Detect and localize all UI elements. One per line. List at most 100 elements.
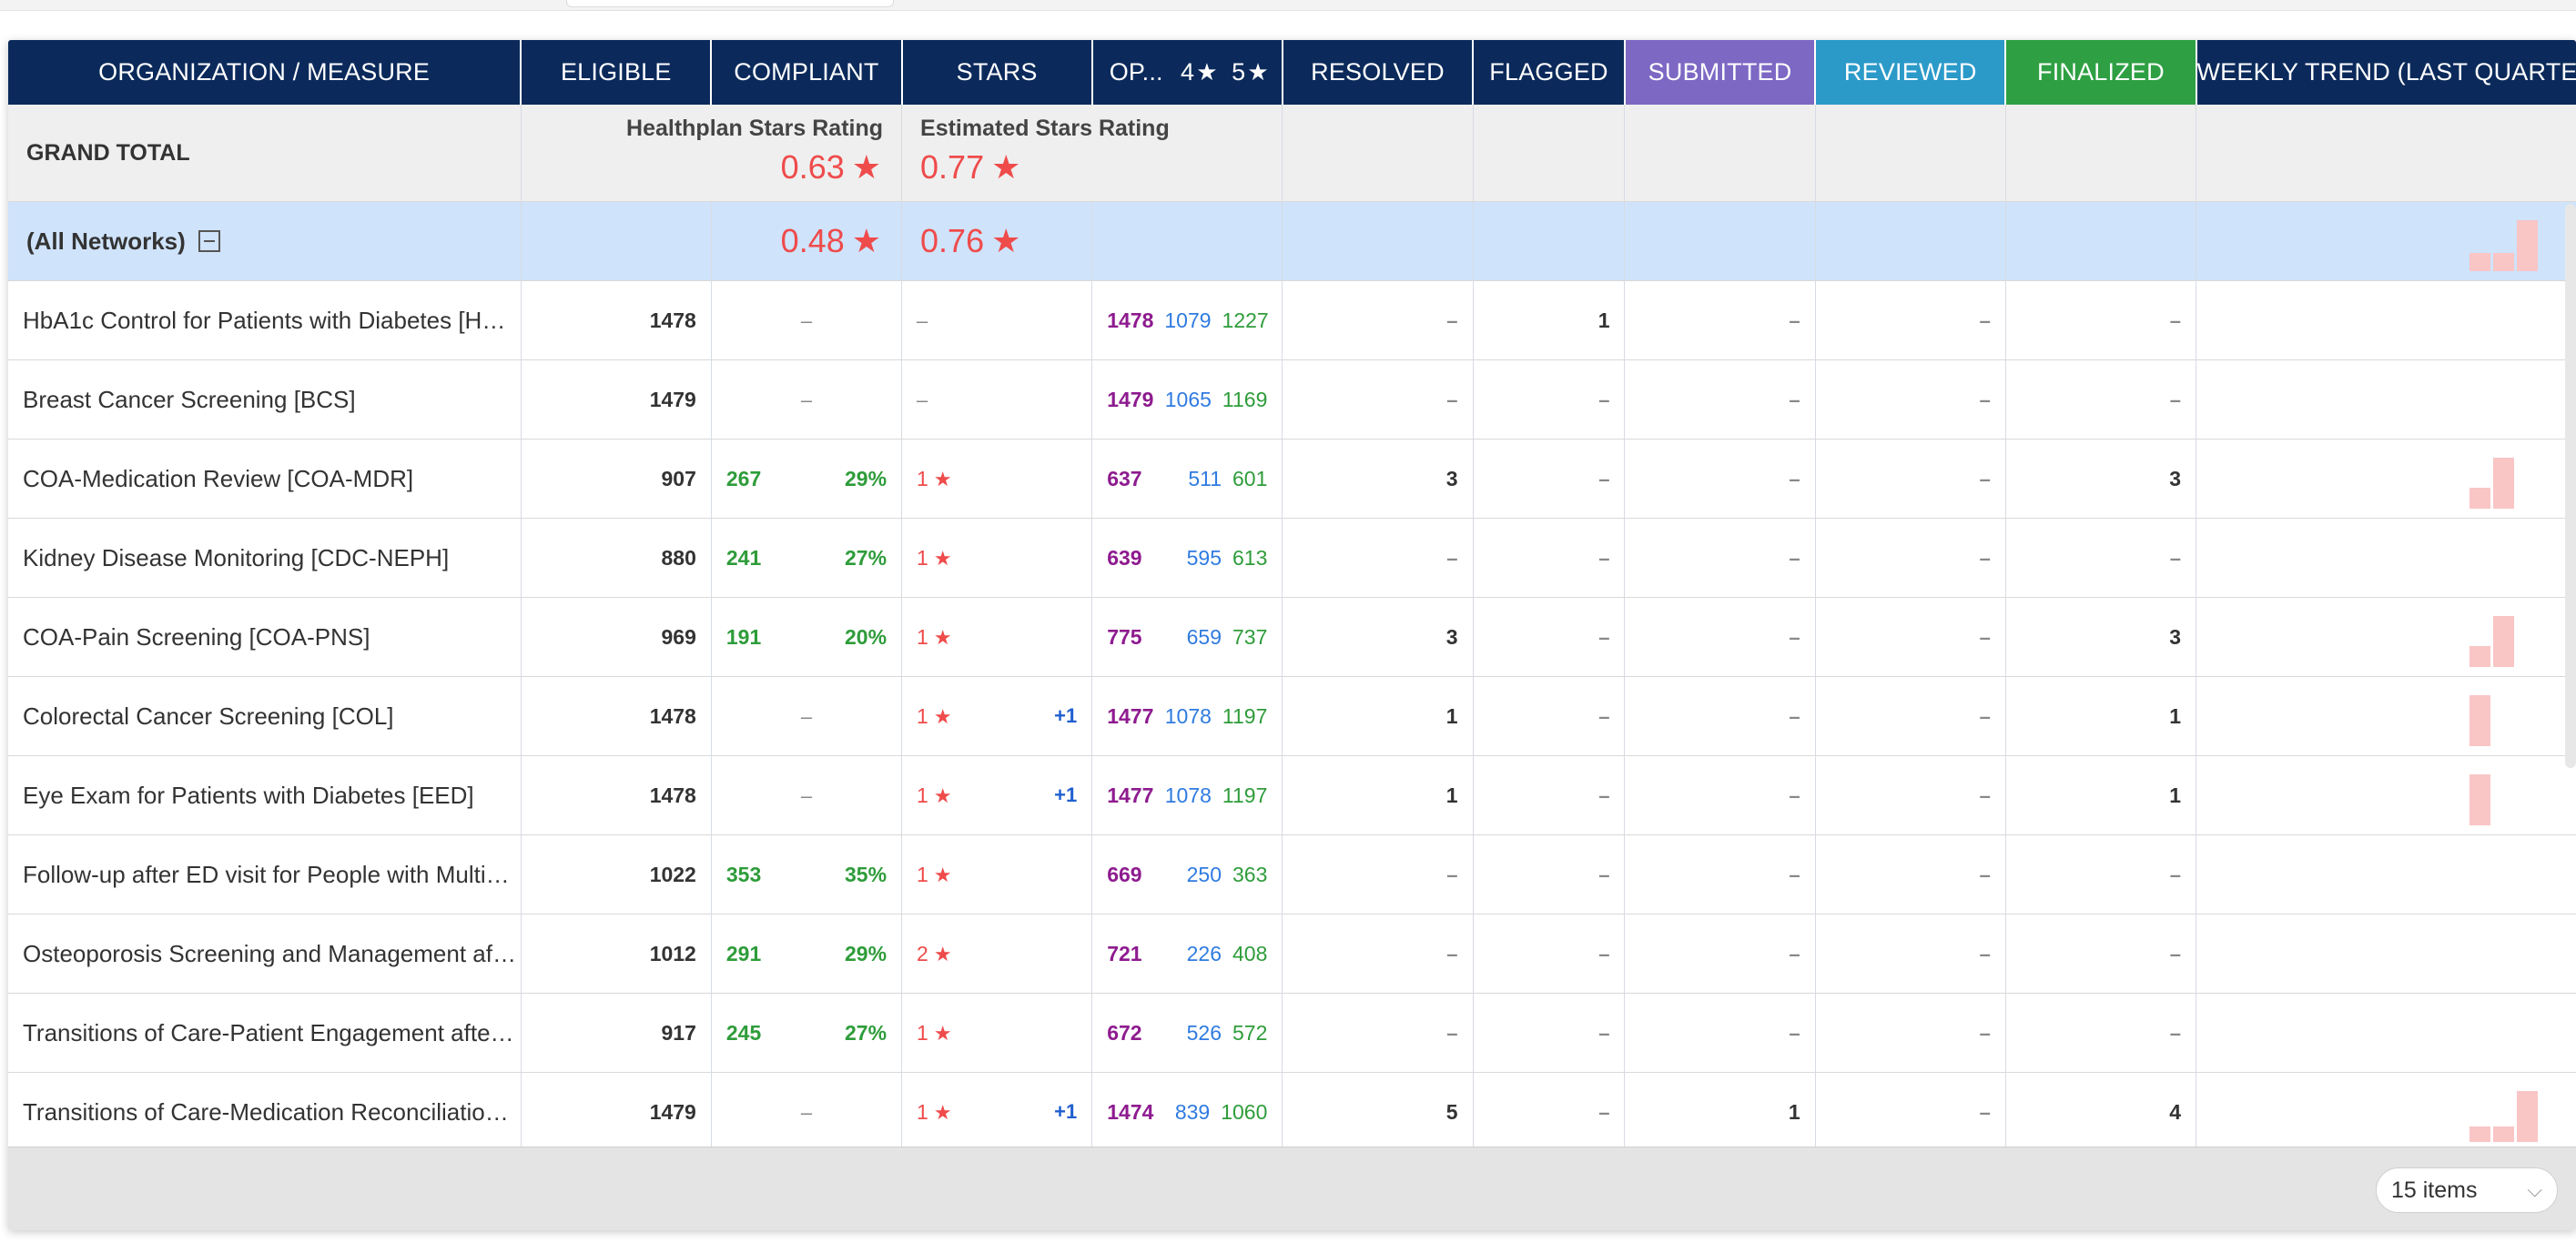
value: 1: [2169, 783, 2181, 807]
trend-wrap: [2196, 281, 2576, 359]
stars-value: 1: [917, 703, 928, 728]
stars-value: 1: [917, 862, 928, 886]
table-row[interactable]: Kidney Disease Monitoring [CDC-NEPH] 880 2…: [8, 518, 2576, 598]
measure-name[interactable]: Eye Exam for Patients with Diabetes [EED…: [8, 755, 522, 835]
header-op-stars: 4★ 5★: [1181, 58, 1269, 86]
table-row[interactable]: Transitions of Care-Patient Engagement a…: [8, 993, 2576, 1073]
empty-dash: –: [2169, 863, 2181, 886]
measure-name[interactable]: COA-Pain Screening [COA-PNS]: [8, 597, 522, 677]
measure-name[interactable]: Breast Cancer Screening [BCS]: [8, 359, 522, 440]
trend-cell: [2196, 914, 2576, 994]
resolved-cell: 1: [1282, 676, 1474, 756]
measure-name[interactable]: Osteoporosis Screening and Management af…: [8, 914, 522, 994]
header-eligible[interactable]: ELIGIBLE: [521, 40, 713, 105]
op-5-star: 408: [1232, 941, 1268, 965]
resolved-cell: 1: [1282, 755, 1474, 835]
compliant-percent: 27%: [844, 1020, 887, 1045]
table-row[interactable]: COA-Medication Review [COA-MDR] 907 267 29%…: [8, 439, 2576, 519]
vertical-scrollbar[interactable]: [2565, 204, 2576, 768]
header-resolved[interactable]: RESOLVED: [1282, 40, 1475, 105]
grid-footer: 15 items ⌵: [8, 1147, 2576, 1230]
stars-cell: 1 ★: [901, 439, 1093, 519]
measure-name[interactable]: Colorectal Cancer Screening [COL]: [8, 676, 522, 756]
submitted-cell: –: [1624, 755, 1816, 835]
network-row[interactable]: (All Networks) 0.48 ★ 0.76 ★: [8, 201, 2576, 281]
measure-name[interactable]: Kidney Disease Monitoring [CDC-NEPH]: [8, 518, 522, 598]
compliant-count: 291: [725, 941, 762, 965]
op-4-star: 526: [1186, 1020, 1222, 1045]
collapse-icon[interactable]: [198, 229, 220, 252]
empty-dash: –: [1598, 863, 1610, 886]
grand-flagged: [1473, 105, 1626, 202]
measure-name[interactable]: COA-Medication Review [COA-MDR]: [8, 439, 522, 519]
star-icon: ★: [1196, 58, 1218, 86]
header-org[interactable]: ORGANIZATION / MEASURE: [8, 40, 522, 105]
header-stars[interactable]: STARS: [901, 40, 1093, 105]
star-icon: ★: [933, 704, 952, 728]
trend-cell: [2196, 597, 2576, 677]
stars-cell: 1 ★: [901, 834, 1093, 914]
measure-name[interactable]: Follow-up after ED visit for People with…: [8, 834, 522, 914]
submitted-cell: 1: [1624, 1072, 1816, 1152]
trend-sparkline: [2470, 774, 2490, 825]
header-reviewed[interactable]: REVIEWED: [1815, 40, 2007, 105]
header-submitted[interactable]: SUBMITTED: [1624, 40, 1817, 105]
header-op-label: OP...: [1109, 58, 1163, 86]
stars-rating: 1 ★: [917, 466, 952, 492]
header-compliant[interactable]: COMPLIANT: [711, 40, 903, 105]
eligible-cell: 907: [521, 439, 712, 519]
op-4-star: 226: [1186, 941, 1222, 965]
header-flagged[interactable]: FLAGGED: [1473, 40, 1626, 105]
empty-dash: –: [1598, 546, 1610, 570]
empty-dash: –: [2169, 308, 2181, 332]
op-values: 775 659 737: [1092, 624, 1282, 651]
table-row[interactable]: COA-Pain Screening [COA-PNS] 969 191 20% 1 ★ 7…: [8, 597, 2576, 677]
top-tab[interactable]: [566, 0, 894, 7]
estimated-rating-value: 0.77 ★: [920, 148, 1020, 187]
trend-bar: [2470, 646, 2490, 667]
reviewed-cell: –: [1815, 280, 2006, 360]
submitted-cell: –: [1624, 993, 1816, 1073]
stars-values: 1 ★: [902, 545, 1091, 571]
compliant-cell: 245 27%: [711, 993, 903, 1073]
empty-dash: –: [1598, 942, 1610, 965]
table-row[interactable]: Follow-up after ED visit for People with…: [8, 834, 2576, 914]
empty-dash: –: [800, 1100, 813, 1124]
eligible-value: 1479: [649, 1099, 696, 1124]
value: 3: [2169, 466, 2181, 490]
table-row[interactable]: Eye Exam for Patients with Diabetes [EED…: [8, 755, 2576, 835]
compliant-count: 241: [725, 545, 762, 570]
measure-name[interactable]: HbA1c Control for Patients with Diabetes…: [8, 280, 522, 360]
header-trend[interactable]: WEEKLY TREND (LAST QUARTER): [2196, 40, 2576, 105]
reviewed-cell: –: [1815, 676, 2006, 756]
table-row[interactable]: HbA1c Control for Patients with Diabetes…: [8, 280, 2576, 360]
items-per-page-select[interactable]: 15 items ⌵: [2376, 1167, 2558, 1213]
star-icon: ★: [933, 625, 952, 649]
table-row[interactable]: Breast Cancer Screening [BCS] 1479– –1479 1…: [8, 359, 2576, 440]
measure-name[interactable]: Transitions of Care-Medication Reconcili…: [8, 1072, 522, 1152]
table-row[interactable]: Transitions of Care-Medication Reconcili…: [8, 1072, 2576, 1152]
trend-cell: [2196, 834, 2576, 914]
trend-cell: [2196, 439, 2576, 519]
header-finalized[interactable]: FINALIZED: [2005, 40, 2197, 105]
op-5-star: 1227: [1222, 308, 1269, 332]
grand-reviewed: [1815, 105, 2006, 202]
empty-dash: –: [1598, 467, 1610, 490]
table-row[interactable]: Colorectal Cancer Screening [COL] 1478–1 ★…: [8, 676, 2576, 756]
finalized-cell: –: [2005, 359, 2197, 440]
value: 3: [1445, 624, 1458, 649]
eligible-cell: 1479: [521, 1072, 712, 1152]
compliant-percent: 27%: [844, 545, 887, 570]
compliant-cell: –: [711, 755, 903, 835]
finalized-cell: 4: [2005, 1072, 2197, 1152]
header-op[interactable]: OP... 4★ 5★: [1091, 40, 1283, 105]
eligible-cell: 1478: [521, 676, 712, 756]
op-cell: 721 226 408: [1091, 914, 1283, 994]
network-eligible: [521, 201, 712, 281]
table-row[interactable]: Osteoporosis Screening and Management af…: [8, 914, 2576, 994]
measure-name[interactable]: Transitions of Care-Patient Engagement a…: [8, 993, 522, 1073]
trend-wrap: [2196, 598, 2576, 676]
reviewed-cell: –: [1815, 1072, 2006, 1152]
trend-wrap: [2196, 677, 2576, 755]
op-count: 639: [1107, 545, 1142, 570]
